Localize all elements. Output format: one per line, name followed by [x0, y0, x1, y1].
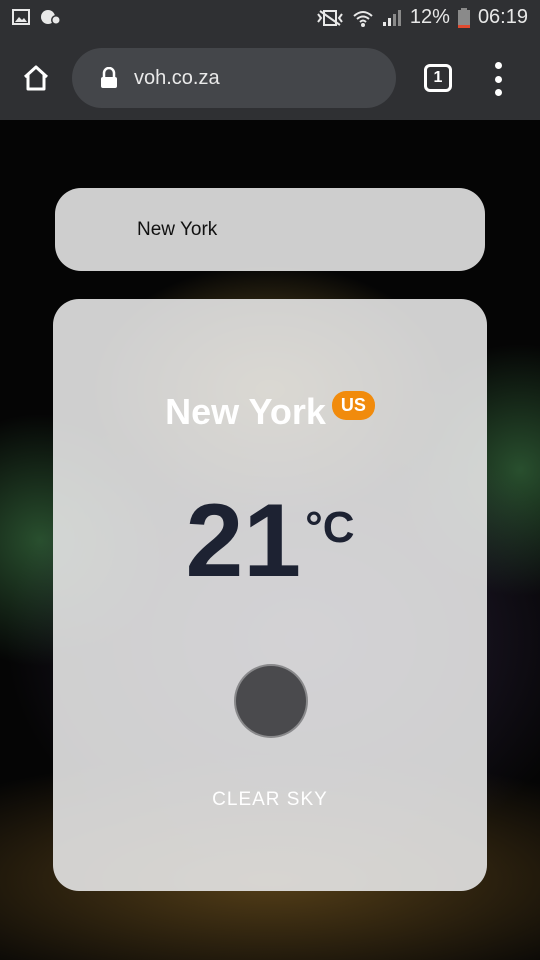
search-value: New York [137, 218, 218, 240]
weather-condition: CLEAR SKY [212, 789, 328, 810]
battery-icon [457, 7, 470, 28]
menu-dot [494, 75, 502, 83]
page-content: New York New York US 21°C CLEAR SKY [0, 120, 540, 960]
browser-toolbar: voh.co.za 1 [0, 38, 540, 120]
url-text: voh.co.za [134, 67, 220, 89]
battery-percent: 12% [409, 6, 450, 28]
address-bar[interactable]: voh.co.za [72, 48, 396, 108]
status-right: 12% 06:19 [316, 6, 528, 29]
menu-dot [494, 62, 502, 69]
weather-icon [234, 664, 308, 738]
status-left [12, 8, 62, 26]
menu-button[interactable] [486, 62, 510, 96]
wifi-icon [353, 10, 373, 27]
temperature-value: 21 [185, 483, 302, 599]
menu-dot [494, 89, 502, 96]
status-bar: 12% 06:19 [0, 0, 540, 38]
temperature-row: 21°C [53, 489, 487, 593]
tabs-button[interactable]: 1 [424, 64, 452, 92]
country-badge: US [331, 390, 375, 420]
notification-icon [41, 10, 61, 25]
city-search-input[interactable]: New York [55, 188, 485, 271]
city-name: New York [165, 391, 326, 432]
vibrate-icon [317, 9, 343, 26]
lock-icon [101, 67, 117, 88]
signal-icon [382, 9, 401, 26]
city-row: New York US [53, 390, 487, 433]
home-icon [23, 65, 49, 91]
clock: 06:19 [477, 6, 528, 28]
home-button[interactable] [18, 60, 54, 96]
image-icon [12, 9, 30, 25]
temperature-unit: °C [305, 503, 355, 552]
tab-count: 1 [433, 69, 443, 86]
weather-card: New York US 21°C CLEAR SKY [53, 299, 487, 891]
